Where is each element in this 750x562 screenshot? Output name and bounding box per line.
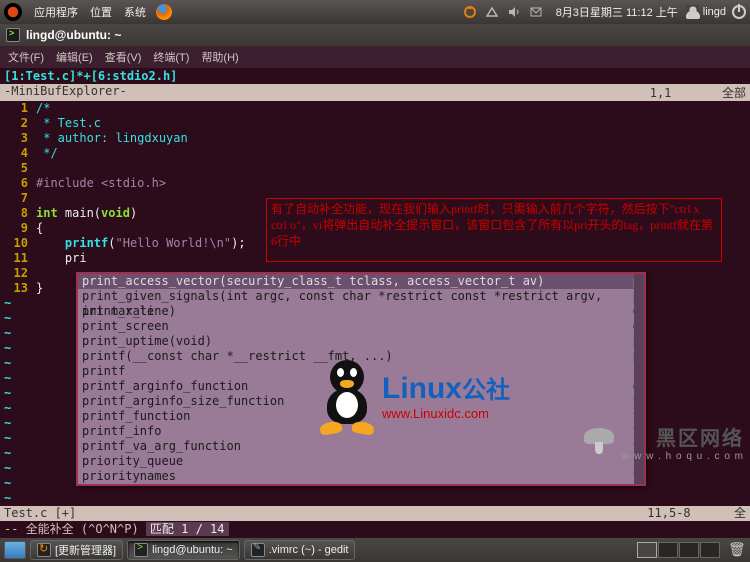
completion-text: printf_arginfo_function	[82, 379, 248, 394]
completion-item[interactable]: print_given_signals(int argc, const char…	[78, 289, 644, 304]
menu-file[interactable]: 文件(F)	[2, 49, 50, 65]
code-line: /*	[36, 101, 50, 115]
gnome-bottom-panel: [更新管理器] lingd@ubuntu: ~ .vimrc (~) - gedit	[0, 538, 750, 562]
task-label: [更新管理器]	[55, 542, 116, 558]
ubuntu-logo-icon[interactable]	[4, 3, 22, 21]
taskbar-task[interactable]: .vimrc (~) - gedit	[244, 540, 356, 560]
mbe-pos: 1,1	[650, 86, 672, 100]
taskbar-task[interactable]: lingd@ubuntu: ~	[127, 540, 240, 560]
username-label[interactable]: lingd	[703, 6, 726, 18]
completion-text: print_screen	[82, 319, 169, 334]
completion-text: printf	[82, 364, 125, 379]
gnome-top-panel: 应用程序 位置 系统 8月3日星期三 11:12 上午 lingd	[0, 0, 750, 24]
terminal-menubar: 文件(F) 编辑(E) 查看(V) 终端(T) 帮助(H)	[0, 46, 750, 68]
term-icon	[134, 543, 148, 557]
network-tray-icon[interactable]	[485, 5, 501, 19]
taskbar-task[interactable]: [更新管理器]	[30, 540, 123, 560]
window-titlebar: lingd@ubuntu: ~	[0, 24, 750, 46]
trash-icon[interactable]	[728, 541, 746, 559]
completion-text: printf_arginfo_size_function	[82, 394, 284, 409]
workspace-pager[interactable]	[637, 542, 720, 558]
completion-item[interactable]: printf(__const char *__restrict __fmt, .…	[78, 349, 644, 364]
completion-text: prioritynames	[82, 469, 176, 484]
popup-scrollbar[interactable]	[634, 274, 644, 484]
update-tray-icon[interactable]	[463, 5, 479, 19]
completion-item[interactable]: printf_infot	[78, 424, 644, 439]
menu-terminal[interactable]: 终端(T)	[147, 49, 195, 65]
completion-text: printf_function	[82, 409, 190, 424]
minibuf-statusline: -MiniBufExplorer- 1,1 全部	[0, 84, 750, 101]
completion-item[interactable]: printf_va_arg_functiont	[78, 439, 644, 454]
completion-popup[interactable]: print_access_vector(security_class_t tcl…	[76, 272, 646, 486]
gedit-icon	[251, 543, 265, 557]
completion-text: print_rate	[82, 304, 154, 319]
code-line	[36, 266, 43, 280]
completion-item[interactable]: print_uptime(void)p	[78, 334, 644, 349]
firefox-launcher-icon[interactable]	[156, 4, 172, 20]
completion-match-count: 匹配 1 / 14	[146, 522, 229, 536]
task-label: .vimrc (~) - gedit	[269, 544, 349, 556]
mail-tray-icon[interactable]	[529, 5, 545, 19]
workspace-2[interactable]	[658, 542, 678, 558]
line-number-gutter: 12345678910111213	[0, 101, 36, 296]
completion-text: priority_queue	[82, 454, 183, 469]
cursor-text: pri	[65, 251, 87, 265]
completion-item[interactable]: print_access_vector(security_class_t tcl…	[78, 274, 644, 289]
minibuf-buffers[interactable]: [1:Test.c]*+[6:stdio2.h]	[0, 68, 750, 84]
clock-label[interactable]: 8月3日星期三 11:12 上午	[548, 4, 686, 20]
window-title: lingd@ubuntu: ~	[26, 28, 121, 42]
completion-item[interactable]: priority_queues	[78, 454, 644, 469]
vim-commandline: -- 全能补全 (^O^N^P) 匹配 1 / 14	[0, 521, 750, 537]
completion-text: printf(__const char *__restrict __fmt, .…	[82, 349, 393, 364]
terminal-icon	[6, 28, 20, 42]
places-menu[interactable]: 位置	[84, 4, 118, 20]
completion-text: print_given_signals(int argc, const char…	[82, 289, 625, 304]
code-line: {	[36, 221, 43, 235]
completion-text: printf_info	[82, 424, 161, 439]
workspace-3[interactable]	[679, 542, 699, 558]
completion-item[interactable]: printf_arginfo_size_functiont	[78, 394, 644, 409]
code-line: */	[36, 146, 58, 160]
completion-item[interactable]: printff	[78, 364, 644, 379]
code-line: * author: lingdxuyan	[36, 131, 188, 145]
completion-mode-label: -- 全能补全 (^O^N^P)	[4, 522, 146, 536]
vim-editor[interactable]: [1:Test.c]*+[6:stdio2.h] -MiniBufExplore…	[0, 68, 750, 506]
annotation-box: 有了自动补全功能，现在我们输入printf时，只需输入前几个字符，然后按下"ct…	[266, 198, 722, 262]
code-line: #include	[36, 176, 101, 190]
updater-icon	[37, 543, 51, 557]
mbe-label: -MiniBufExplorer-	[4, 84, 127, 101]
apps-menu[interactable]: 应用程序	[28, 4, 84, 20]
completion-item[interactable]: prioritynamest	[78, 469, 644, 484]
volume-tray-icon[interactable]	[507, 5, 523, 19]
vim-statusline: Test.c [+] 11,5-8 全	[0, 506, 750, 521]
completion-text: print_access_vector(security_class_t tcl…	[82, 274, 544, 289]
show-desktop-button[interactable]	[4, 541, 26, 559]
status-filename: Test.c [+]	[4, 506, 76, 521]
workspace-4[interactable]	[700, 542, 720, 558]
task-label: lingd@ubuntu: ~	[152, 544, 233, 556]
power-icon[interactable]	[732, 5, 746, 19]
menu-help[interactable]: 帮助(H)	[195, 49, 244, 65]
menu-view[interactable]: 查看(V)	[99, 49, 148, 65]
code-line: }	[36, 281, 43, 295]
menu-edit[interactable]: 编辑(E)	[50, 49, 99, 65]
system-menu[interactable]: 系统	[118, 4, 152, 20]
workspace-1[interactable]	[637, 542, 657, 558]
completion-item[interactable]: printf_functiont	[78, 409, 644, 424]
code-line: * Test.c	[36, 116, 101, 130]
completion-text: print_uptime(void)	[82, 334, 212, 349]
completion-text: printf_va_arg_function	[82, 439, 241, 454]
completion-item[interactable]: printf_arginfo_functiond	[78, 379, 644, 394]
user-icon	[686, 5, 700, 19]
status-percent: 全	[734, 506, 746, 520]
completion-item[interactable]: print_screend	[78, 319, 644, 334]
mbe-mode: 全部	[722, 86, 746, 100]
status-position: 11,5-8	[647, 506, 690, 520]
